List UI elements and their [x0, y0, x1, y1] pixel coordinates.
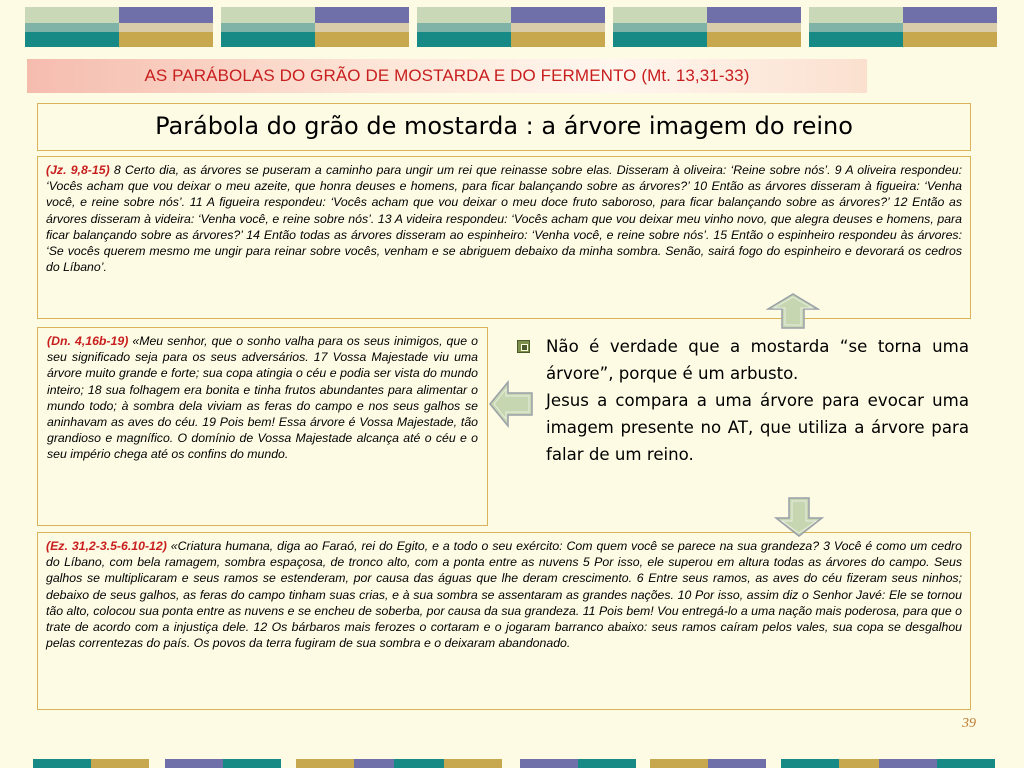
passage-ref: (Jz. 9,8-15) [46, 163, 110, 177]
header-band: AS PARÁBOLAS DO GRÃO DE MOSTARDA E DO FE… [27, 59, 867, 93]
page-number: 39 [962, 716, 976, 731]
decorative-segment [650, 759, 708, 768]
decorative-segment [91, 759, 149, 768]
bottom-decoration [0, 759, 1024, 768]
bullet-text: Não é verdade que a mostarda “se torna u… [546, 337, 969, 383]
decorative-tile [613, 7, 801, 47]
decorative-segment [354, 759, 394, 768]
slide-title-box: Parábola do grão de mostarda : a árvore … [37, 103, 971, 151]
passage-text: 8 Certo dia, as árvores se puseram a cam… [46, 163, 962, 275]
arrow-down-icon [774, 497, 824, 537]
passage-ref: (Ez. 31,2-3.5-6.10-12) [46, 539, 167, 553]
decorative-segment [223, 759, 281, 768]
passage-judges: (Jz. 9,8-15) 8 Certo dia, as árvores se … [37, 156, 971, 319]
passage-daniel: (Dn. 4,16b-19) «Meu senhor, que o sonho … [37, 327, 488, 526]
decorative-segment [879, 759, 937, 768]
header-title: AS PARÁBOLAS DO GRÃO DE MOSTARDA E DO FE… [144, 66, 750, 85]
decorative-segment [394, 759, 444, 768]
passage-text: «Meu senhor, que o sonho valha para os s… [47, 334, 478, 462]
decorative-tile [25, 7, 213, 47]
passage-ref: (Dn. 4,16b-19) [47, 334, 129, 348]
decorative-segment [520, 759, 578, 768]
top-decoration [0, 0, 1024, 50]
passage-text: «Criatura humana, diga ao Faraó, rei do … [46, 539, 962, 651]
bullet-list: Não é verdade que a mostarda “se torna u… [517, 333, 969, 468]
decorative-segment [33, 759, 91, 768]
bullet-item: Não é verdade que a mostarda “se torna u… [517, 333, 969, 387]
decorative-tile [417, 7, 605, 47]
decorative-segment [839, 759, 879, 768]
decorative-tile [221, 7, 409, 47]
decorative-segment [165, 759, 223, 768]
arrow-left-icon [489, 380, 533, 428]
decorative-segment [708, 759, 766, 768]
passage-ezekiel: (Ez. 31,2-3.5-6.10-12) «Criatura humana,… [37, 532, 971, 710]
decorative-segment [937, 759, 995, 768]
decorative-segment [296, 759, 354, 768]
arrow-up-icon [766, 293, 820, 329]
bullet-item: Jesus a compara a uma árvore para evocar… [517, 387, 969, 468]
decorative-segment [781, 759, 839, 768]
decorative-segment [578, 759, 636, 768]
square-bullet-icon [517, 340, 530, 353]
slide-title: Parábola do grão de mostarda : a árvore … [155, 112, 853, 140]
bullet-text: Jesus a compara a uma árvore para evocar… [546, 391, 969, 464]
decorative-tile [809, 7, 997, 47]
decorative-segment [444, 759, 502, 768]
